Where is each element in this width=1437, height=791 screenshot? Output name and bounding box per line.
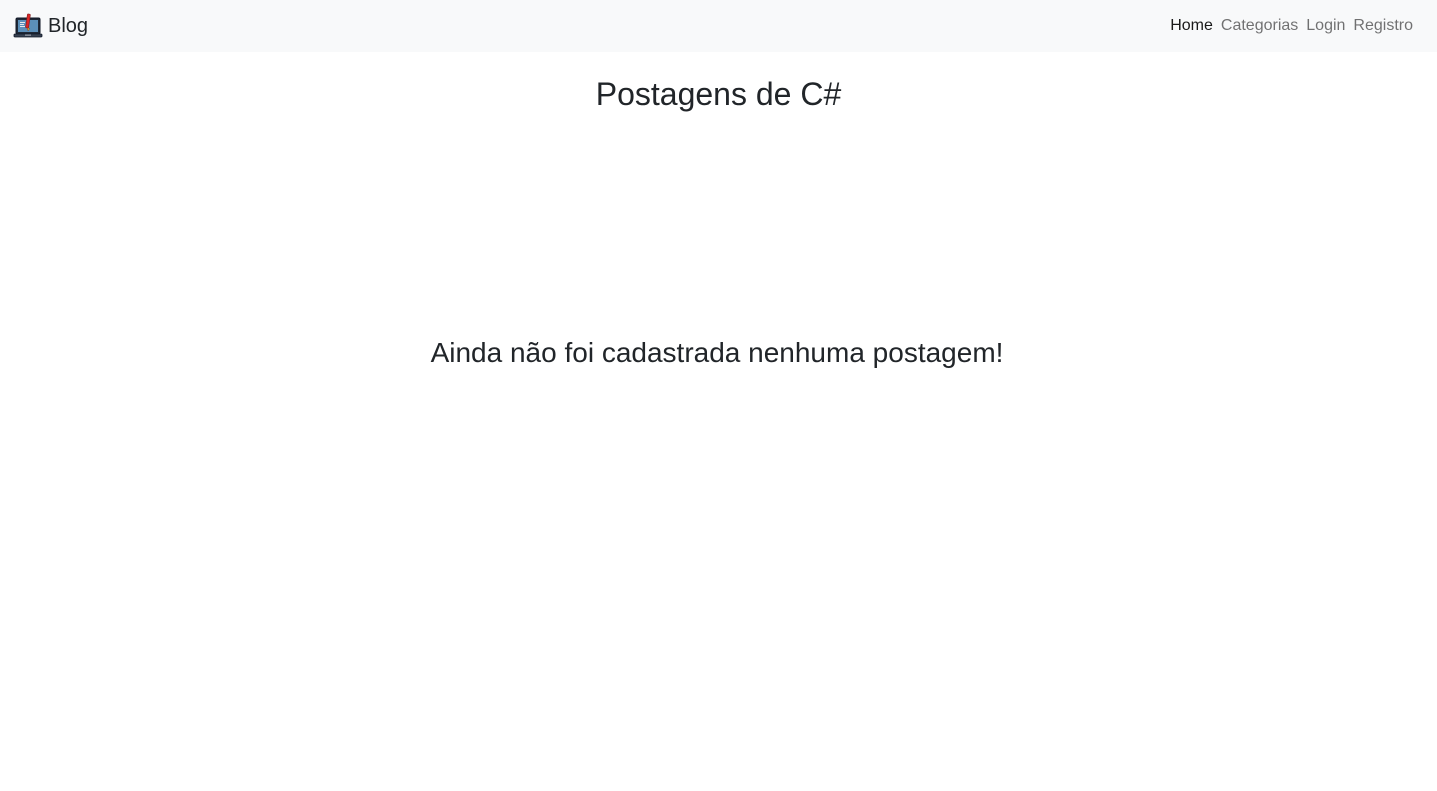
nav-link-registro[interactable]: Registro <box>1345 14 1413 38</box>
main-nav: Home Categorias Login Registro <box>1162 14 1413 38</box>
nav-link-categorias[interactable]: Categorias <box>1213 14 1298 38</box>
page-title: Postagens de C# <box>595 76 842 112</box>
top-navbar: Blog Home Categorias Login Registro <box>0 0 1437 52</box>
empty-posts-message: Ainda não foi cadastrada nenhuma postage… <box>430 337 1004 368</box>
laptop-pen-icon <box>13 11 43 41</box>
nav-link-home[interactable]: Home <box>1162 14 1213 38</box>
brand-link[interactable]: Blog <box>13 11 88 41</box>
brand-label: Blog <box>48 15 89 37</box>
nav-link-login[interactable]: Login <box>1298 14 1345 38</box>
